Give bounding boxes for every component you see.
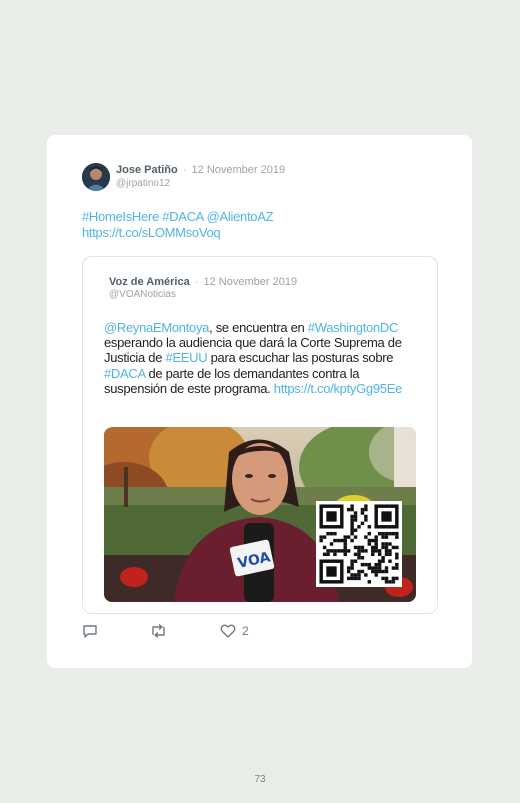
quoted-author-line: Voz de América · 12 November 2019 [109,276,297,288]
tweet-photo[interactable]: VOA [104,427,416,602]
quoted-link[interactable]: #DACA [104,366,145,381]
tweet-link[interactable]: https://t.co/sLOMMsoVoq [82,225,273,241]
quoted-link[interactable]: #WashingtonDC [308,320,399,335]
quoted-link[interactable]: @ReynaEMontoya [104,320,209,335]
tweet-text: #HomeIsHere #DACA @AlientoAZ https://t.c… [82,209,274,241]
quoted-tweet[interactable]: Voz de América · 12 November 2019 @VOANo… [82,256,438,614]
reply-icon[interactable] [82,623,98,644]
author-line: Jose Patiño · 12 November 2019 [116,164,285,176]
tweet-actions: 2 [82,623,282,639]
quoted-text-segment: para escuchar las posturas sobre [207,350,394,366]
retweet-icon[interactable] [150,623,167,644]
quoted-date[interactable]: 12 November 2019 [204,276,298,288]
author-handle[interactable]: @jrpatino12 [116,178,170,189]
like-count: 2 [242,624,249,638]
page-number: 73 [254,774,266,785]
tweet-text-line[interactable]: #HomeIsHere #DACA @AlientoAZ [82,209,274,225]
tweet-card: Jose Patiño · 12 November 2019 @jrpatino… [47,135,472,668]
quoted-handle[interactable]: @VOANoticias [109,289,176,300]
quoted-text: @ReynaEMontoya, se encuentra en #Washing… [104,320,424,396]
separator: · [182,164,187,176]
qr-code [316,501,402,587]
quoted-text-segment: , se encuentra en [209,320,308,335]
author-name[interactable]: Jose Patiño [116,164,178,176]
avatar[interactable] [82,163,110,191]
separator: · [194,276,199,288]
tweet-date[interactable]: 12 November 2019 [192,164,286,176]
quoted-link[interactable]: https://t.co/kptyGg95Ee [274,381,403,396]
heart-icon[interactable] [220,623,236,644]
quoted-link[interactable]: #EEUU [165,350,207,365]
quoted-author-name[interactable]: Voz de América [109,276,190,288]
